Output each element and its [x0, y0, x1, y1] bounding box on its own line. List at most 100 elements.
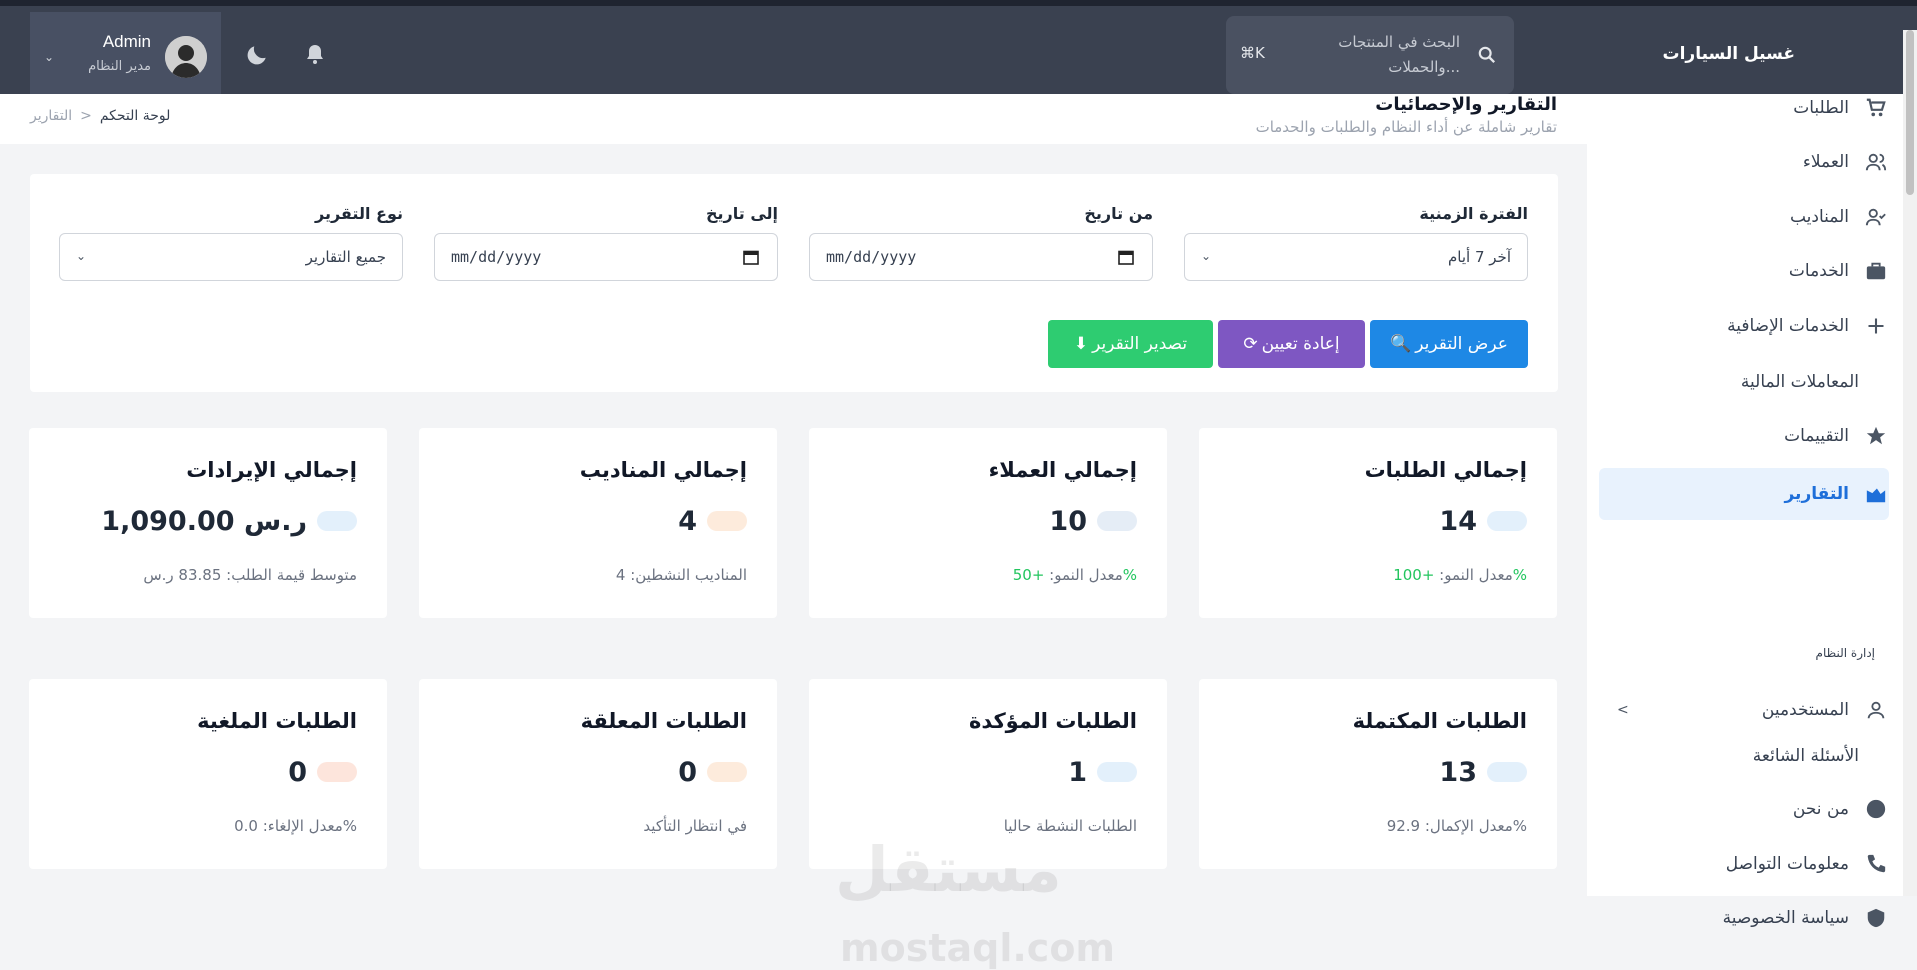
stat-title: الطلبات المكتملة [1352, 709, 1527, 733]
scrollbar[interactable] [1903, 30, 1917, 896]
reset-button[interactable]: ⟳ إعادة تعيين [1218, 320, 1365, 368]
stat-card-completed: الطلبات المكتملة 13 معدل الإكمال: 92.9% [1199, 679, 1557, 869]
star-icon [1863, 423, 1889, 449]
user-menu[interactable]: Admin مدير النظام ⌄ [30, 12, 221, 100]
period-field: الفترة الزمنية آخر 7 أيام ⌄ [1184, 204, 1528, 281]
search-icon: 🔍 [1390, 334, 1412, 354]
page-title: التقارير والإحصائيات [1375, 94, 1557, 115]
stat-foot: متوسط قيمة الطلب: 83.85 ر.س [143, 566, 357, 584]
stat-foot: معدل النمو: +50% [1012, 566, 1137, 584]
user-role: مدير النظام [88, 59, 151, 74]
to-date-value: mm/dd/yyyy [451, 248, 542, 266]
chevron-left-icon: < [1617, 702, 1629, 718]
stat-value: 1,090.00 ر.س [101, 506, 307, 537]
stat-value: 1 [1068, 757, 1087, 788]
stat-foot: في انتظار التأكيد [643, 817, 747, 835]
refresh-icon: ⟳ [1243, 334, 1258, 354]
from-date-input[interactable]: mm/dd/yyyy [809, 233, 1153, 281]
search-box[interactable]: البحث في المنتجات والحملات... ⌘K [1226, 16, 1514, 94]
sidebar-item-privacy[interactable]: سياسة الخصوصية [1599, 892, 1889, 944]
chevron-down-icon: ⌄ [1201, 249, 1212, 263]
from-date-value: mm/dd/yyyy [826, 248, 917, 266]
stat-title: إجمالي العملاء [988, 458, 1137, 482]
show-report-button[interactable]: 🔍 عرض التقرير [1370, 320, 1528, 368]
stat-value: 4 [678, 506, 697, 537]
stat-card-delegates: إجمالي المناديب 4 المناديب النشطين: 4 [419, 428, 777, 618]
plus-icon [1863, 313, 1889, 339]
breadcrumb: لوحة التحكم < التقارير [30, 108, 170, 124]
from-date-field: من تاريخ mm/dd/yyyy [809, 204, 1153, 281]
bell-icon[interactable] [303, 42, 327, 66]
stat-card-pending: الطلبات المعلقة 0 في انتظار التأكيد [419, 679, 777, 869]
sidebar: الطلبات العملاء المناديب الخدمات الخدمات… [1587, 94, 1917, 928]
stat-title: الطلبات المعلقة [580, 709, 747, 733]
top-bar: غسيل السيارات البحث في المنتجات والحملات… [0, 0, 1917, 100]
stat-value: 13 [1439, 757, 1477, 788]
cart-icon [1487, 511, 1527, 531]
avatar [165, 36, 207, 78]
stat-title: إجمالي الطلبات [1364, 458, 1527, 482]
search-shortcut: ⌘K [1240, 44, 1265, 62]
user-check-icon [1863, 204, 1889, 230]
x-icon [317, 762, 357, 782]
circle-icon [1863, 796, 1889, 822]
sidebar-item-services[interactable]: الخدمات [1599, 245, 1889, 297]
stat-title: الطلبات الملغية [197, 709, 357, 733]
breadcrumb-separator: < [80, 108, 92, 124]
sidebar-item-about[interactable]: من نحن [1599, 783, 1889, 835]
shield-icon [1863, 905, 1889, 931]
stat-card-customers: إجمالي العملاء 10 معدل النمو: +50% [809, 428, 1167, 618]
to-date-field: إلى تاريخ mm/dd/yyyy [434, 204, 778, 281]
scrollbar-thumb[interactable] [1906, 30, 1914, 195]
filters-panel: الفترة الزمنية آخر 7 أيام ⌄ من تاريخ mm/… [30, 174, 1558, 392]
cart-icon [1863, 95, 1889, 121]
brand-title[interactable]: غسيل السيارات [1663, 44, 1795, 64]
report-type-select[interactable]: جميع التقارير ⌄ [59, 233, 403, 281]
stat-title: الطلبات المؤكدة [968, 709, 1137, 733]
to-date-input[interactable]: mm/dd/yyyy [434, 233, 778, 281]
stat-foot: معدل النمو: +100% [1393, 566, 1527, 584]
page-subtitle: تقارير شاملة عن أداء النظام والطلبات وال… [1255, 118, 1557, 136]
calendar-icon[interactable] [1118, 249, 1134, 265]
from-date-label: من تاريخ [1084, 204, 1153, 223]
sidebar-item-reports[interactable]: التقارير [1599, 468, 1889, 520]
clock-icon [1097, 762, 1137, 782]
search-input[interactable]: البحث في المنتجات والحملات... [1290, 30, 1460, 80]
main-content: التقارير والإحصائيات تقارير شاملة عن أدا… [0, 94, 1587, 970]
users-icon [1863, 149, 1889, 175]
search-icon [1478, 46, 1496, 64]
sidebar-item-contact[interactable]: معلومات التواصل [1599, 838, 1889, 890]
stat-value: 14 [1439, 506, 1477, 537]
report-type-label: نوع التقرير [315, 204, 403, 223]
moon-icon[interactable] [244, 42, 270, 68]
stat-foot: معدل الإكمال: 92.9% [1386, 817, 1527, 835]
user-check-icon [707, 511, 747, 531]
sidebar-item-addons[interactable]: الخدمات الإضافية [1599, 300, 1889, 352]
calendar-icon[interactable] [743, 249, 759, 265]
stat-value: 0 [678, 757, 697, 788]
phone-icon [1863, 851, 1889, 877]
sidebar-item-transactions[interactable]: المعاملات المالية [1569, 356, 1859, 408]
stat-card-cancelled: الطلبات الملغية 0 معدل الإلغاء: 0.0% [29, 679, 387, 869]
stat-title: إجمالي الإيرادات [186, 458, 357, 482]
breadcrumb-current: التقارير [30, 108, 73, 124]
pause-icon [707, 762, 747, 782]
money-icon [317, 511, 357, 531]
users-icon [1097, 511, 1137, 531]
sidebar-item-ratings[interactable]: التقييمات [1599, 410, 1889, 462]
sidebar-item-orders[interactable]: الطلبات [1599, 82, 1889, 134]
to-date-label: إلى تاريخ [705, 204, 778, 223]
report-type-value: جميع التقارير [305, 248, 386, 266]
stat-value: 10 [1049, 506, 1087, 537]
sidebar-item-faq[interactable]: الأسئلة الشائعة [1569, 730, 1859, 782]
check-icon [1487, 762, 1527, 782]
sidebar-item-customers[interactable]: العملاء [1599, 136, 1889, 188]
sidebar-item-delegates[interactable]: المناديب [1599, 191, 1889, 243]
export-report-button[interactable]: ⬇ تصدير التقرير [1048, 320, 1213, 368]
sidebar-item-users[interactable]: المستخدمين < [1599, 684, 1889, 736]
stat-card-revenue: إجمالي الإيرادات 1,090.00 ر.س متوسط قيمة… [29, 428, 387, 618]
download-icon: ⬇ [1073, 334, 1089, 354]
chevron-down-icon: ⌄ [44, 50, 55, 64]
period-select[interactable]: آخر 7 أيام ⌄ [1184, 233, 1528, 281]
breadcrumb-home[interactable]: لوحة التحكم [100, 108, 171, 124]
